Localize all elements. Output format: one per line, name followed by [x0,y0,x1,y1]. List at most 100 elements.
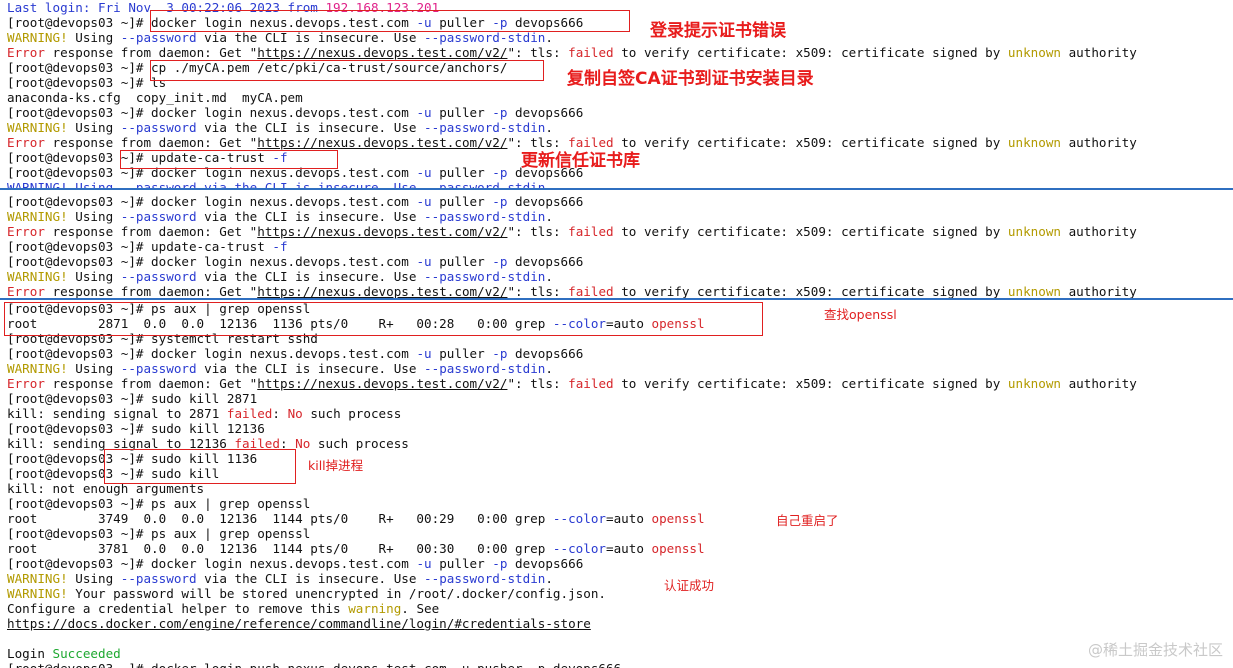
terminal-text: failed [568,224,614,239]
terminal-line: WARNING! Using --password via the CLI is… [7,180,553,188]
terminal-text: authority [1060,224,1137,239]
terminal-line: Error response from daemon: Get "https:/… [7,45,1137,60]
highlight-update-ca [120,150,338,169]
terminal-text: puller [431,165,493,180]
terminal-text: =auto [606,541,652,556]
terminal-text: . [545,30,553,45]
terminal-text: -p [492,346,508,361]
terminal-text: Error [7,45,45,60]
terminal-text: WARNING! Using --password via the CLI is… [7,180,553,188]
terminal-text: https://nexus.devops.test.com/v2/ [257,284,508,298]
terminal-line: Error response from daemon: Get "https:/… [7,376,1137,391]
terminal-line: [root@devops03 ~]# docker login nexus.de… [7,105,583,120]
terminal-line: https://docs.docker.com/engine/reference… [7,616,591,631]
terminal-text: --password [120,361,197,376]
terminal-text: via the CLI is insecure. Use [196,209,425,224]
terminal-line: [root@devops03 ~]# sudo kill 2871 [7,391,257,406]
terminal-text: -p [492,105,508,120]
note-copy-ca: 复制自签CA证书到证书安装目录 [567,69,814,89]
terminal-line: [root@devops03 ~]# docker login nexus.de… [7,194,583,209]
terminal-text: failed [568,284,614,298]
terminal-line: root 3749 0.0 0.0 12136 1144 pts/0 R+ 00… [7,511,705,526]
terminal-text: openssl [651,541,705,556]
terminal-text: [root@devops03 ~]# docker login nexus.de… [7,254,417,269]
note-auth-success: 认证成功 [664,578,715,593]
highlight-docker-login [150,10,630,32]
terminal-text: Error [7,284,45,298]
terminal-text: unknown [1007,224,1061,239]
terminal-text: ": tls: [507,376,569,391]
terminal-text: --password-stdin [424,571,546,586]
watermark: @稀土掘金技术社区 [1087,641,1223,659]
terminal-text: warning [348,601,402,616]
terminal-text: to verify certificate: x509: certificate… [613,135,1008,150]
terminal-text: root 3749 0.0 0.0 12136 1144 pts/0 R+ 00… [7,511,553,526]
terminal-text: Using [67,30,121,45]
terminal-text: to verify certificate: x509: certificate… [613,284,1008,298]
terminal-text: response from daemon: Get " [44,45,258,60]
terminal-text: such process [302,406,402,421]
terminal-text: https://nexus.devops.test.com/v2/ [257,135,508,150]
terminal-text: [root@devops03 ~]# docker login nexus.de… [7,556,417,571]
terminal-text: failed [226,406,273,421]
terminal-text: --password [120,30,197,45]
terminal-text: --color [552,541,606,556]
terminal-text: --password [120,571,197,586]
terminal-line: [root@devops03 ~]# docker login nexus.de… [7,556,583,571]
terminal-text: -u [416,105,432,120]
terminal-text: [root@devops03 ~]# sudo kill 2871 [7,391,258,406]
terminal-text: response from daemon: Get " [44,376,258,391]
terminal-text: No [287,406,303,421]
terminal-text: puller [431,556,493,571]
highlight-ps-openssl [4,302,763,336]
terminal-text: [root@devops03 ~]# update-ca-trust [7,239,273,254]
terminal-text: -p [492,556,508,571]
terminal-text: authority [1060,45,1137,60]
terminal-text: puller [431,194,493,209]
terminal-text: . [545,209,553,224]
terminal-text: Login [7,646,53,661]
terminal-text: Your password will be stored unencrypted… [67,586,606,601]
terminal-text: WARNING! [7,269,68,284]
terminal-text: No [295,436,311,451]
terminal-text: devops666 [507,194,584,209]
terminal-output-2: [root@devops03 ~]# docker login nexus.de… [0,190,1233,298]
terminal-text: -u [416,165,432,180]
note-kill-process: kill掉进程 [308,458,364,473]
terminal-text: . [545,269,553,284]
terminal-text: puller [431,105,493,120]
terminal-text: ": tls: [507,284,569,298]
terminal-text: https://docs.docker.com/engine/reference… [7,616,591,631]
terminal-text: authority [1060,284,1137,298]
terminal-text: : [272,406,288,421]
terminal-line: [root@devops03 ~]# ps aux | grep openssl [7,526,310,541]
terminal-line: WARNING! Using --password via the CLI is… [7,30,553,45]
note-update-trust: 更新信任证书库 [521,151,640,171]
terminal-line: Error response from daemon: Get "https:/… [7,284,1137,298]
terminal-text: -u [416,556,432,571]
terminal-text: --password [120,120,197,135]
terminal-text: Using [67,209,121,224]
terminal-text: ": tls: [507,224,569,239]
terminal-text: via the CLI is insecure. Use [196,30,425,45]
terminal-text: -f [272,239,288,254]
terminal-text: ": tls: [507,45,569,60]
terminal-line: WARNING! Using --password via the CLI is… [7,361,553,376]
terminal-text: anaconda-ks.cfg copy_init.md myCA.pem [7,90,303,105]
terminal-line: WARNING! Your password will be stored un… [7,586,606,601]
terminal-text: WARNING! [7,571,68,586]
terminal-text: response from daemon: Get " [44,224,258,239]
terminal-text: puller [431,254,493,269]
terminal-text: --password-stdin [424,269,546,284]
terminal-text: via the CLI is insecure. Use [196,269,425,284]
terminal-text: Using [67,120,121,135]
terminal-line: WARNING! Using --password via the CLI is… [7,269,553,284]
terminal-text: . See [401,601,440,616]
terminal-text: --password [120,269,197,284]
terminal-text: [root@devops03 ~]# ps aux | grep openssl [7,496,311,511]
terminal-text: devops666 [507,346,584,361]
terminal-text: openssl [651,511,705,526]
terminal-text: --password-stdin [424,361,546,376]
terminal-text: https://nexus.devops.test.com/v2/ [257,224,508,239]
terminal-text: failed [568,45,614,60]
